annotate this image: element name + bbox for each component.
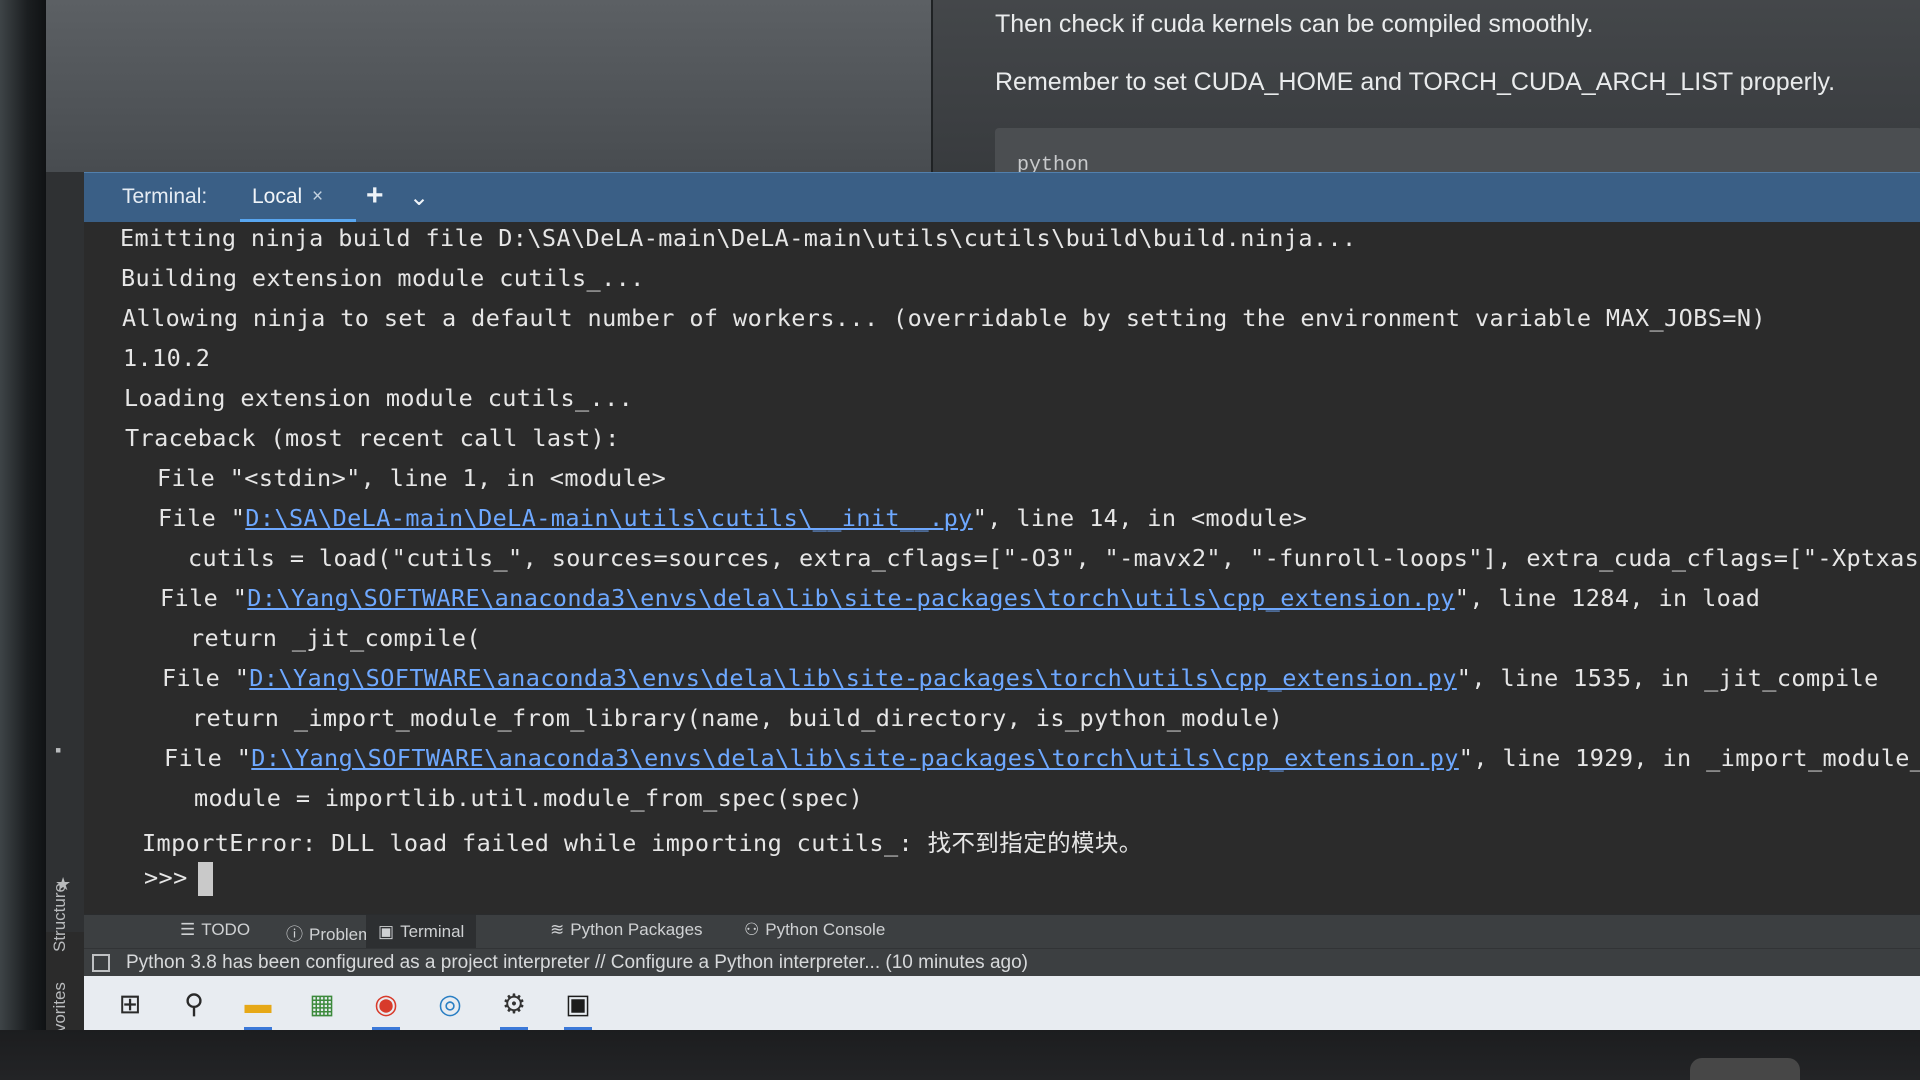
terminal-title: Terminal:	[122, 185, 208, 208]
traceback-prefix: File "	[164, 744, 252, 772]
tab-todo-label: TODO	[201, 920, 251, 939]
tab-python-console[interactable]: ⚇ Python Console	[744, 920, 885, 940]
terminal-line: File "<stdin>", line 1, in <module>	[157, 464, 667, 492]
traceback-file-line: File "D:\Yang\SOFTWARE\anaconda3\envs\de…	[162, 664, 1879, 692]
tab-todo[interactable]: ☰ TODO	[180, 920, 250, 940]
layers-icon: ≋	[550, 920, 565, 939]
edge-icon[interactable]: ◎	[430, 984, 470, 1024]
search-icon[interactable]: ⚲	[174, 984, 214, 1024]
file-link[interactable]: D:\Yang\SOFTWARE\anaconda3\envs\dela\lib…	[251, 744, 1459, 772]
star-icon: ★	[55, 874, 72, 894]
traceback-suffix: ", line 1535, in _jit_compile	[1456, 664, 1879, 692]
traceback-file-line: File "D:\SA\DeLA-main\DeLA-main\utils\cu…	[158, 504, 1307, 532]
doc-text-line: Then check if cuda kernels can be compil…	[995, 10, 1594, 38]
traceback-suffix: ", line 14, in <module>	[972, 504, 1308, 532]
terminal-output[interactable]: Emitting ninja build file D:\SA\DeLA-mai…	[84, 222, 1920, 914]
terminal-line: return _jit_compile(	[190, 624, 481, 652]
settings-icon[interactable]: ⚙	[494, 984, 534, 1030]
terminal-line: Traceback (most recent call last):	[125, 424, 620, 452]
monitor-bezel-bottom	[0, 1030, 1920, 1080]
tab-terminal[interactable]: ▣ Terminal	[366, 915, 477, 949]
structure-icon: ▪	[55, 740, 62, 760]
pycharm-icon[interactable]: ▣	[558, 984, 598, 1030]
file-link[interactable]: D:\Yang\SOFTWARE\anaconda3\envs\dela\lib…	[247, 584, 1455, 612]
monitor-logo	[1690, 1058, 1800, 1080]
file-link[interactable]: D:\Yang\SOFTWARE\anaconda3\envs\dela\lib…	[249, 664, 1457, 692]
doc-text-line: Remember to set CUDA_HOME and TORCH_CUDA…	[995, 68, 1836, 96]
chrome-icon[interactable]: ◉	[366, 984, 406, 1030]
terminal-line: Allowing ninja to set a default number o…	[122, 304, 1766, 332]
tab-python-console-label: Python Console	[765, 920, 886, 939]
monitor-bezel-left	[0, 0, 46, 1030]
traceback-prefix: File "	[158, 504, 246, 532]
terminal-line: module = importlib.util.module_from_spec…	[194, 784, 864, 812]
traceback-file-line: File "D:\Yang\SOFTWARE\anaconda3\envs\de…	[160, 584, 1760, 612]
terminal-line: cutils = load("cutils_", sources=sources…	[188, 544, 1920, 572]
prompt-symbol: >>>	[144, 863, 188, 892]
status-message[interactable]: Python 3.8 has been configured as a proj…	[126, 952, 1028, 974]
traceback-suffix: ", line 1929, in _import_module_fro	[1458, 744, 1920, 772]
terminal-line: Building extension module cutils_...	[121, 264, 645, 292]
status-toggle-icon[interactable]	[92, 954, 110, 972]
terminal-prompt[interactable]: >>>	[144, 862, 213, 896]
python-icon: ⚇	[744, 920, 760, 939]
terminal-line: 1.10.2	[123, 344, 211, 372]
windows-start-icon[interactable]: ⊞	[110, 984, 150, 1024]
traceback-suffix: ", line 1284, in load	[1454, 584, 1761, 612]
new-terminal-button[interactable]: +	[366, 179, 384, 213]
editor-area	[46, 0, 931, 172]
status-bar: Python 3.8 has been configured as a proj…	[84, 948, 1920, 977]
info-icon: ⓘ	[286, 925, 303, 944]
traceback-prefix: File "	[162, 664, 250, 692]
documentation-panel: Then check if cuda kernels can be compil…	[931, 0, 1920, 188]
favorites-tool-button[interactable]: Favorites	[50, 982, 70, 1030]
tab-python-packages[interactable]: ≋ Python Packages	[550, 920, 703, 940]
tab-python-packages-label: Python Packages	[570, 920, 703, 939]
tab-local[interactable]: Local ×	[240, 173, 356, 223]
traceback-file-line: File "D:\Yang\SOFTWARE\anaconda3\envs\de…	[164, 744, 1920, 772]
file-link[interactable]: D:\SA\DeLA-main\DeLA-main\utils\cutils\_…	[245, 504, 972, 532]
terminal-line: Emitting ninja build file D:\SA\DeLA-mai…	[120, 224, 1357, 252]
error-line: ImportError: DLL load failed while impor…	[142, 829, 1143, 857]
bottom-tool-tabs: ☰ TODO ⓘ Problems ▣ Terminal ≋ Python Packag…	[84, 914, 1920, 949]
tab-local-label: Local	[252, 185, 303, 208]
side-tool-stripe: Structure ▪ Favorites ★	[46, 172, 84, 1030]
tab-terminal-label: Terminal	[400, 922, 465, 941]
list-icon: ☰	[180, 920, 196, 939]
terminal-line: Loading extension module cutils_...	[124, 384, 634, 412]
terminal-line: return _import_module_from_library(name,…	[192, 704, 1284, 732]
terminal-header: Terminal: Local × + ⌄	[84, 172, 1920, 223]
file-explorer-icon[interactable]: ▬	[238, 984, 278, 1030]
traceback-prefix: File "	[160, 584, 248, 612]
screen: Then check if cuda kernels can be compil…	[46, 0, 1920, 1030]
terminal-icon: ▣	[378, 922, 395, 941]
text-cursor	[197, 862, 213, 896]
image-viewer-icon[interactable]: ▦	[302, 984, 342, 1024]
windows-taskbar: ⊞ ⚲ ▬ ▦ ◉ ◎ ⚙ ▣	[84, 976, 1920, 1030]
chevron-down-icon[interactable]: ⌄	[409, 183, 429, 212]
close-icon[interactable]: ×	[312, 186, 323, 208]
